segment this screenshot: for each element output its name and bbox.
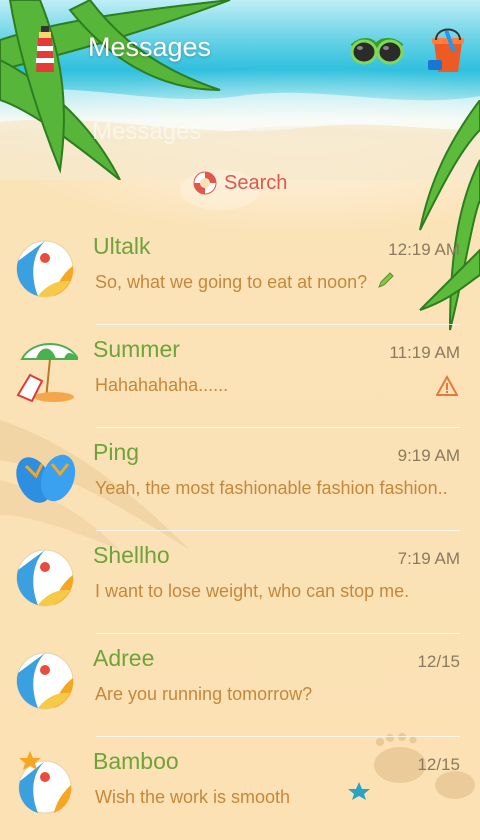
conversation-item[interactable]: Adree 12/15 Are you running tomorrow? xyxy=(0,634,480,737)
message-snippet: Are you running tomorrow? xyxy=(95,684,313,704)
conversation-item[interactable]: Ultalk 12:19 AM So, what we going to eat… xyxy=(0,222,480,325)
contact-name: Adree xyxy=(93,645,155,671)
lighthouse-icon[interactable] xyxy=(32,26,58,74)
ghost-title: Messages xyxy=(92,118,202,145)
life-ring-icon xyxy=(193,171,217,195)
search-button[interactable]: Search xyxy=(192,168,287,198)
message-snippet: So, what we going to eat at noon? xyxy=(95,272,368,292)
message-time: 12:19 AM xyxy=(388,240,460,259)
contact-name: Bamboo xyxy=(93,748,179,774)
beach-ball-starfish-avatar-icon xyxy=(18,751,72,814)
conversation-item[interactable]: Bamboo 12/15 Wish the work is smooth xyxy=(0,737,480,840)
message-time: 12/15 xyxy=(417,755,460,774)
message-time: 9:19 AM xyxy=(397,446,460,465)
message-snippet: Wish the work is smooth xyxy=(95,787,291,807)
message-time: 12/15 xyxy=(417,652,460,671)
draft-pencil-icon xyxy=(378,272,394,288)
flip-flops-avatar-icon xyxy=(16,454,76,503)
message-snippet: Yeah, the most fashionable fashion fashi… xyxy=(95,478,448,498)
contact-name: Ping xyxy=(93,439,140,465)
beach-ball-avatar-icon xyxy=(16,652,74,710)
message-time: 7:19 AM xyxy=(397,549,460,568)
goggles-icon[interactable] xyxy=(350,34,404,68)
conversation-item[interactable]: Ping 9:19 AM Yeah, the most fashionable … xyxy=(0,428,480,531)
conversation-item[interactable]: Summer 11:19 AM Hahahahaha...... xyxy=(0,325,480,428)
message-snippet: Hahahahaha...... xyxy=(95,375,229,395)
contact-name: Ultalk xyxy=(93,233,151,259)
contact-name: Summer xyxy=(93,336,180,362)
conversation-item[interactable]: Shellho 7:19 AM I want to lose weight, w… xyxy=(0,531,480,634)
beach-umbrella-avatar-icon xyxy=(16,343,78,403)
message-snippet: I want to lose weight, who can stop me. xyxy=(95,581,410,601)
contact-name: Shellho xyxy=(93,542,170,568)
search-label: Search xyxy=(224,171,288,194)
warning-icon xyxy=(436,375,458,396)
beach-ball-avatar-icon xyxy=(16,549,74,607)
page-title: Messages xyxy=(88,32,212,62)
message-time: 11:19 AM xyxy=(389,343,460,362)
beach-ball-avatar-icon xyxy=(16,240,74,298)
sand-bucket-icon[interactable] xyxy=(428,26,468,74)
app-header: Messages Messages xyxy=(0,0,480,145)
